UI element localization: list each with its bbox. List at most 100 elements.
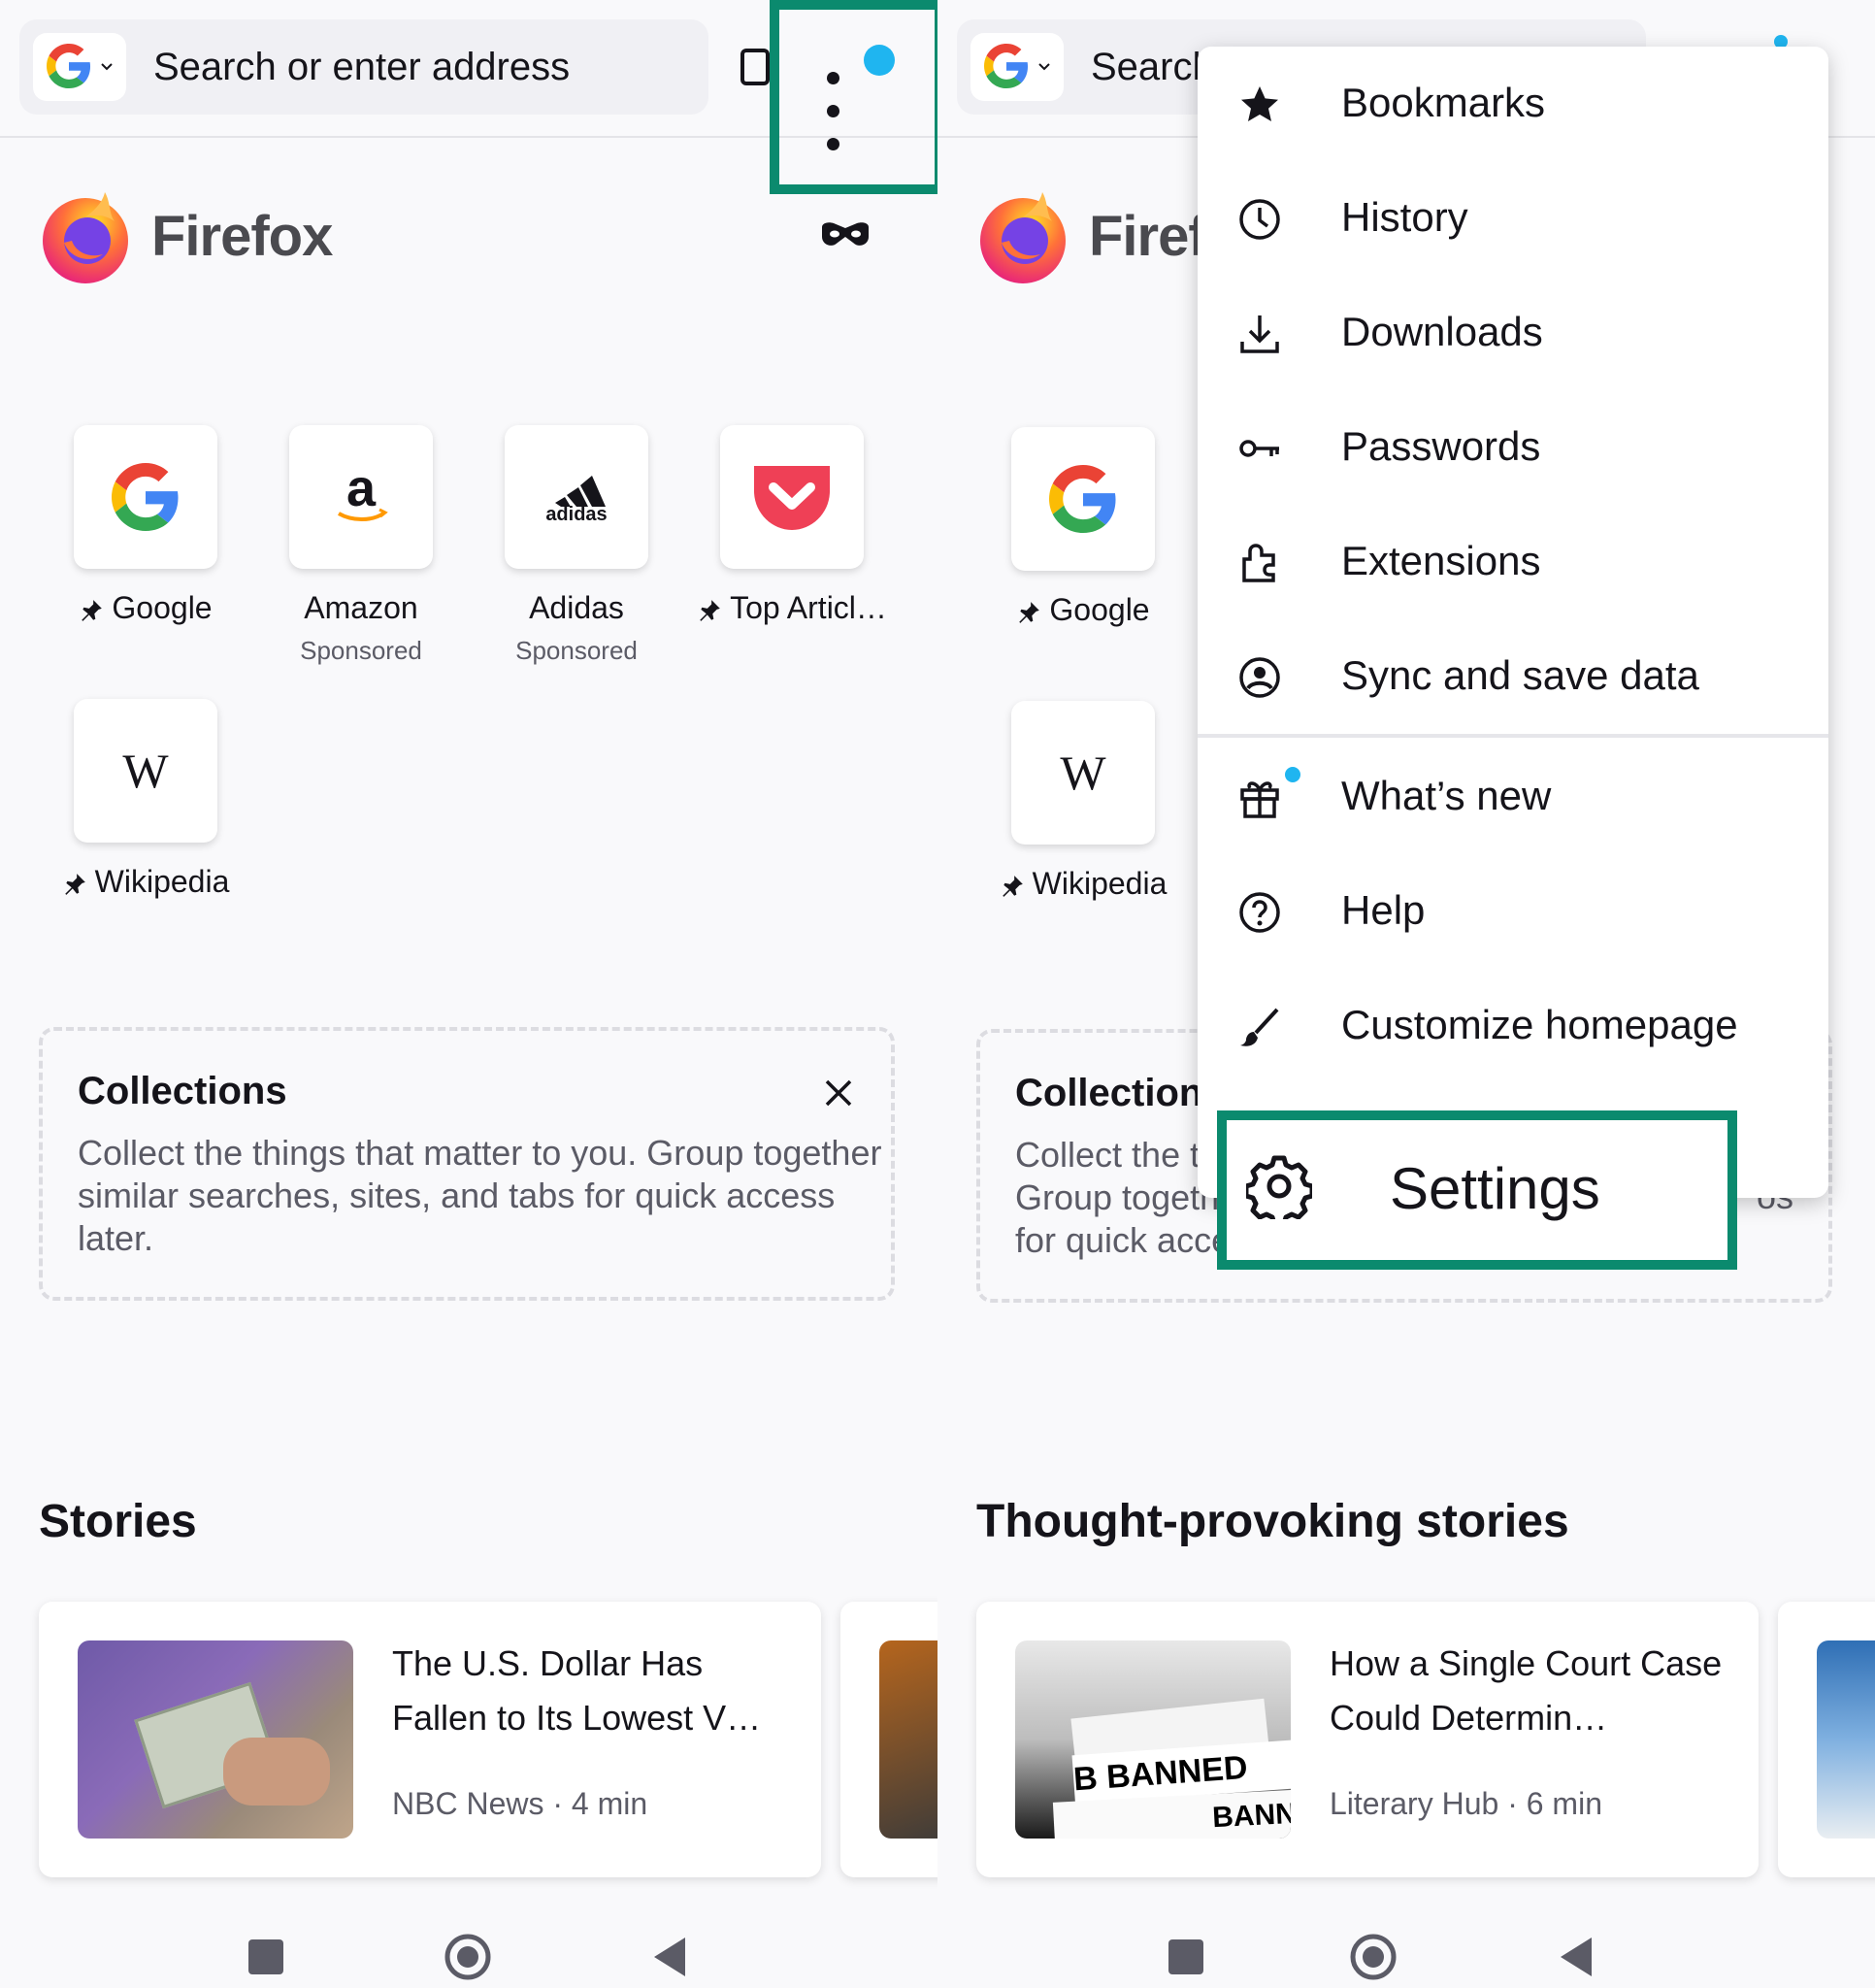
search-engine-selector[interactable]	[970, 33, 1064, 101]
shortcut-label: Wikipedia	[94, 864, 230, 899]
menu-item-customize-homepage[interactable]: Customize homepage	[1198, 980, 1828, 1074]
chevron-down-icon	[101, 63, 113, 71]
address-placeholder: Search or enter address	[153, 46, 571, 88]
story-read-time: 6 min	[1526, 1786, 1602, 1821]
shortcut-label: Adidas	[529, 590, 624, 625]
menu-item-help[interactable]: Help	[1198, 866, 1828, 959]
story-card[interactable]: B BANNED BANN How a Single Court Case Co…	[976, 1602, 1759, 1877]
shortcut-tile: a	[289, 425, 433, 569]
shortcut-wikipedia[interactable]: W Wikipedia	[39, 699, 252, 900]
story-source: NBC News	[392, 1786, 544, 1821]
close-icon[interactable]	[823, 1077, 854, 1109]
menu-item-label: Sync and save data	[1341, 652, 1699, 698]
firefox-wordmark: Firefox	[151, 205, 333, 268]
menu-item-label: Help	[1341, 887, 1426, 933]
shortcut-label: Google	[112, 590, 213, 625]
search-engine-selector[interactable]	[33, 33, 126, 101]
collections-card: Collections Collect the things that matt…	[39, 1027, 895, 1301]
shortcut-google[interactable]: Google	[976, 427, 1190, 628]
shortcut-google[interactable]: Google	[39, 425, 252, 626]
story-source: Literary Hub	[1330, 1786, 1499, 1821]
shortcut-tile: adidas	[505, 425, 648, 569]
stories-title: Thought-provoking stories	[976, 1496, 1569, 1547]
overflow-menu: Bookmarks History Downloads Passwords Ex…	[1198, 47, 1828, 1198]
story-card[interactable]: The U.S. Dollar Has Fallen to Its Lowest…	[39, 1602, 821, 1877]
svg-text:adidas: adidas	[545, 504, 607, 525]
menu-divider	[1198, 734, 1828, 738]
address-placeholder: Search	[1091, 46, 1214, 88]
home-button[interactable]	[1349, 1933, 1398, 1981]
menu-item-label: What’s new	[1341, 773, 1552, 818]
menu-item-label: Bookmarks	[1341, 80, 1546, 125]
firefox-logo-icon	[980, 192, 1066, 283]
gift-icon	[1240, 781, 1279, 818]
google-icon	[1049, 465, 1116, 533]
private-mode-icon[interactable]	[820, 221, 871, 248]
shortcut-label: Amazon	[304, 590, 418, 625]
notification-dot	[1285, 767, 1300, 782]
recent-apps-button[interactable]	[1168, 1939, 1203, 1974]
amazon-logo-icon: a	[338, 463, 388, 521]
shortcut-wikipedia[interactable]: W Wikipedia	[976, 701, 1190, 902]
back-button[interactable]	[1559, 1936, 1594, 1978]
brush-icon	[1240, 1008, 1279, 1046]
shortcut-amazon[interactable]: a Amazon Sponsored	[254, 425, 468, 666]
menu-item-history[interactable]: History	[1198, 173, 1828, 266]
pin-icon	[1002, 875, 1023, 897]
clock-icon	[1239, 199, 1280, 240]
story-thumbnail: B BANNED BANN	[1015, 1640, 1291, 1839]
download-icon	[1240, 315, 1279, 353]
puzzle-icon	[1242, 544, 1275, 582]
chevron-down-icon	[1038, 63, 1050, 71]
menu-item-label: Customize homepage	[1341, 1002, 1738, 1047]
story-headline: How a Single Court Case Could Determin…	[1330, 1643, 1723, 1738]
tab-counter-button[interactable]	[740, 49, 770, 85]
menu-item-bookmarks[interactable]: Bookmarks	[1198, 58, 1828, 151]
left-browser-screen: Search or enter address Firefox Google a…	[0, 0, 938, 1988]
menu-item-label: Passwords	[1341, 423, 1541, 469]
menu-item-downloads[interactable]: Downloads	[1198, 287, 1828, 381]
wikipedia-logo-icon: W	[122, 744, 169, 798]
menu-item-passwords[interactable]: Passwords	[1198, 402, 1828, 495]
google-icon	[112, 463, 179, 531]
adidas-logo-icon: adidas	[545, 476, 608, 525]
story-card-partial[interactable]	[840, 1602, 938, 1877]
system-nav-bar	[938, 1895, 1875, 1988]
shortcut-adidas[interactable]: adidas Adidas Sponsored	[470, 425, 683, 666]
story-thumbnail	[78, 1640, 353, 1839]
account-icon	[1239, 657, 1280, 698]
menu-item-sync[interactable]: Sync and save data	[1198, 631, 1828, 724]
story-read-time: 4 min	[571, 1786, 648, 1821]
wikipedia-logo-icon: W	[1060, 746, 1106, 800]
shortcut-pocket[interactable]: Top Articl…	[685, 425, 899, 626]
home-button[interactable]	[444, 1933, 492, 1981]
svg-text:a: a	[346, 463, 377, 517]
menu-item-label: History	[1341, 194, 1468, 240]
collections-description: Collect the things that matter to you. G…	[78, 1133, 882, 1258]
collections-title: Collections	[1015, 1072, 1225, 1114]
shortcut-label: Top Articl…	[730, 590, 887, 625]
highlight-settings	[1217, 1110, 1737, 1270]
sponsored-label: Sponsored	[300, 636, 422, 665]
sponsored-label: Sponsored	[515, 636, 638, 665]
address-bar[interactable]: Search or enter address	[19, 19, 708, 115]
back-button[interactable]	[652, 1936, 687, 1978]
menu-item-extensions[interactable]: Extensions	[1198, 516, 1828, 610]
menu-item-label: Downloads	[1341, 309, 1543, 354]
help-icon	[1239, 892, 1280, 933]
key-icon	[1239, 440, 1279, 457]
pin-icon	[64, 873, 85, 895]
stories-title: Stories	[39, 1496, 197, 1547]
pin-icon	[1019, 601, 1040, 623]
pocket-logo-icon	[754, 466, 830, 530]
shortcut-tile	[1011, 427, 1155, 571]
pin-icon	[82, 599, 103, 621]
star-icon	[1241, 86, 1278, 121]
firefox-logo-icon	[43, 192, 128, 283]
story-headline: The U.S. Dollar Has Fallen to Its Lowest…	[392, 1643, 762, 1738]
recent-apps-button[interactable]	[248, 1939, 283, 1974]
story-card-partial[interactable]	[1778, 1602, 1875, 1877]
menu-item-label: Extensions	[1341, 538, 1541, 583]
system-nav-bar	[0, 1895, 938, 1988]
menu-item-whats-new[interactable]: What’s new	[1198, 751, 1828, 845]
